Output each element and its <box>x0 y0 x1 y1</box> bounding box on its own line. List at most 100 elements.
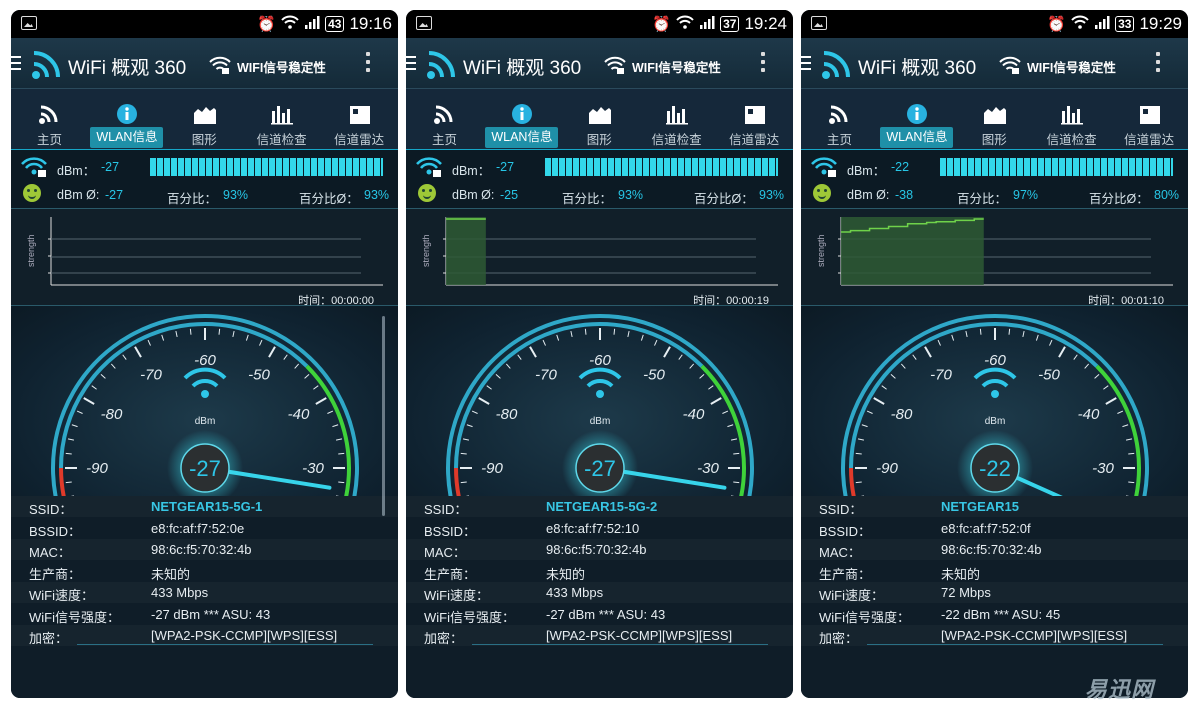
percent-avg-value: 80% <box>1154 188 1180 202</box>
gauge-tick-label: -80 <box>891 406 913 423</box>
tab-label: 图形 <box>586 133 612 147</box>
gauge-tick <box>1105 397 1117 405</box>
overflow-menu-icon[interactable] <box>1153 52 1163 76</box>
gauge-tick <box>175 330 178 338</box>
tab-channel-check[interactable]: 信道检查 <box>638 89 715 151</box>
gauge-tick <box>1022 330 1025 338</box>
signal-gauge: -100-90-80-70-60-50-40-30-20dBm-27 <box>406 306 793 496</box>
gauge-tick <box>1058 346 1066 358</box>
tab-bar: 主页 WLAN信息 图形 信道检查 信道雷达 <box>801 88 1188 151</box>
wlan-info-list: SSID： NETGEAR15-5G-1 BSSID： e8:fc:af:f7:52:… <box>11 496 398 646</box>
app-bar: WiFi 概观 360 WIFI信号稳定性 <box>801 38 1188 88</box>
dbm-avg-label: dBm Ø: <box>452 188 495 202</box>
gauge-tick-label: -40 <box>683 406 705 423</box>
info-row: BSSID： e8:fc:af:f7:52:0f <box>801 518 1188 539</box>
info-value: -27 dBm *** ASU: 43 <box>151 606 271 622</box>
signal-gauge: -100-90-80-70-60-50-40-30-20dBm-27 <box>11 306 398 516</box>
battery-icon: 43 <box>325 16 345 32</box>
tab-label: 图形 <box>191 133 217 147</box>
gauge-tick <box>861 424 868 428</box>
tab-wlan-info[interactable]: WLAN信息 <box>878 89 955 151</box>
drawer-menu-icon[interactable] <box>406 56 416 70</box>
tab-home[interactable]: 主页 <box>801 89 878 151</box>
gauge-tick <box>313 385 319 390</box>
info-key: WiFi速度： <box>29 588 94 603</box>
info-value: 433 Mbps <box>546 585 604 600</box>
gauge-tick <box>304 373 310 379</box>
signal-strength-bar <box>940 158 1173 176</box>
overflow-menu-icon[interactable] <box>363 52 373 76</box>
info-row: WiFi速度： 433 Mbps <box>406 582 793 603</box>
info-value: 433 Mbps <box>151 585 209 600</box>
tab-home[interactable]: 主页 <box>11 89 88 151</box>
signal-metrics: dBm： -27 dBm Ø: -25 百分比： 93% 百分比Ø： 93% <box>406 150 793 208</box>
gauge-tick <box>1049 339 1053 346</box>
info-value: -22 dBm *** ASU: 45 <box>941 606 1061 622</box>
gauge-tick <box>91 385 97 390</box>
gauge-wifi-icon <box>973 367 1017 398</box>
info-key: WiFi速度： <box>424 588 489 603</box>
gauge-tick <box>147 339 151 346</box>
divider <box>77 644 373 645</box>
tab-channel-check[interactable]: 信道检查 <box>243 89 320 151</box>
percent-avg-label: 百分比Ø： <box>1089 192 1149 206</box>
overflow-menu-icon[interactable] <box>758 52 768 76</box>
gauge-tick <box>332 424 339 428</box>
gauge-dial: -100-90-80-70-60-50-40-30-20dBm-22 <box>841 314 1149 496</box>
gauge-tick <box>478 397 490 405</box>
gauge-tick <box>873 397 885 405</box>
gauge-tick <box>71 424 78 428</box>
gauge-tick-label: -60 <box>589 352 611 369</box>
gauge-tick <box>699 373 705 379</box>
signal-strength-bar <box>545 158 778 176</box>
wifi-lock-icon[interactable] <box>604 55 626 75</box>
wifi-signal-lock-icon <box>416 156 442 178</box>
wifi-lock-icon[interactable] <box>209 55 231 75</box>
info-key: SSID： <box>29 502 73 517</box>
gauge-tick <box>890 373 896 379</box>
gauge-tick <box>1122 424 1129 428</box>
wifi-lock-icon[interactable] <box>999 55 1021 75</box>
tab-wlan-info[interactable]: WLAN信息 <box>88 89 165 151</box>
tab-channel-radar[interactable]: 信道雷达 <box>321 89 398 151</box>
gauge-tick <box>327 410 334 414</box>
info-value: 98:6c:f5:70:32:4b <box>941 542 1042 557</box>
gauge-tick <box>161 334 165 341</box>
phone-screen: ⏰ 37 19:24 WiFi 概观 360 WIFI信号稳定性 主页 WLAN信息 图形 信道… <box>406 10 793 698</box>
smiley-icon <box>813 184 831 202</box>
tab-home[interactable]: 主页 <box>406 89 483 151</box>
gauge-tick <box>857 438 865 441</box>
wifi-stability-button[interactable]: WIFI信号稳定性 <box>237 57 326 76</box>
status-bar: ⏰ 43 19:16 <box>11 10 398 38</box>
gauge-tick <box>900 363 906 369</box>
tab-wlan-info[interactable]: WLAN信息 <box>483 89 560 151</box>
tab-channel-radar[interactable]: 信道雷达 <box>1111 89 1188 151</box>
wifi-stability-button[interactable]: WIFI信号稳定性 <box>1027 57 1116 76</box>
gauge-tick <box>1128 452 1135 455</box>
info-value: e8:fc:af:f7:52:0f <box>941 520 1031 536</box>
clock: 19:16 <box>349 14 392 33</box>
info-value: e8:fc:af:f7:52:10 <box>546 520 640 536</box>
wifi-signal-lock-icon <box>21 156 47 178</box>
scrollbar[interactable] <box>382 316 385 516</box>
gauge-tick <box>335 438 343 441</box>
gauge-tick-label: -70 <box>140 366 162 383</box>
drawer-menu-icon[interactable] <box>801 56 811 70</box>
tab-graph[interactable]: 图形 <box>166 89 243 151</box>
tab-label: 主页 <box>431 133 457 147</box>
dbm-value: -27 <box>496 160 515 174</box>
tab-label: 主页 <box>36 133 62 147</box>
tab-channel-check[interactable]: 信道检查 <box>1033 89 1110 151</box>
gauge-tick <box>189 328 192 335</box>
wifi-stability-button[interactable]: WIFI信号稳定性 <box>632 57 721 76</box>
tab-channel-radar[interactable]: 信道雷达 <box>716 89 793 151</box>
tab-graph[interactable]: 图形 <box>561 89 638 151</box>
info-key: 生产商： <box>424 566 477 582</box>
gauge-tick <box>110 363 116 369</box>
tab-graph[interactable]: 图形 <box>956 89 1033 151</box>
info-row: 生产商： 未知的 <box>406 561 793 582</box>
info-value: 98:6c:f5:70:32:4b <box>546 542 647 557</box>
percent-value: 93% <box>618 188 644 202</box>
drawer-menu-icon[interactable] <box>11 56 21 70</box>
gauge-tick <box>730 438 738 441</box>
